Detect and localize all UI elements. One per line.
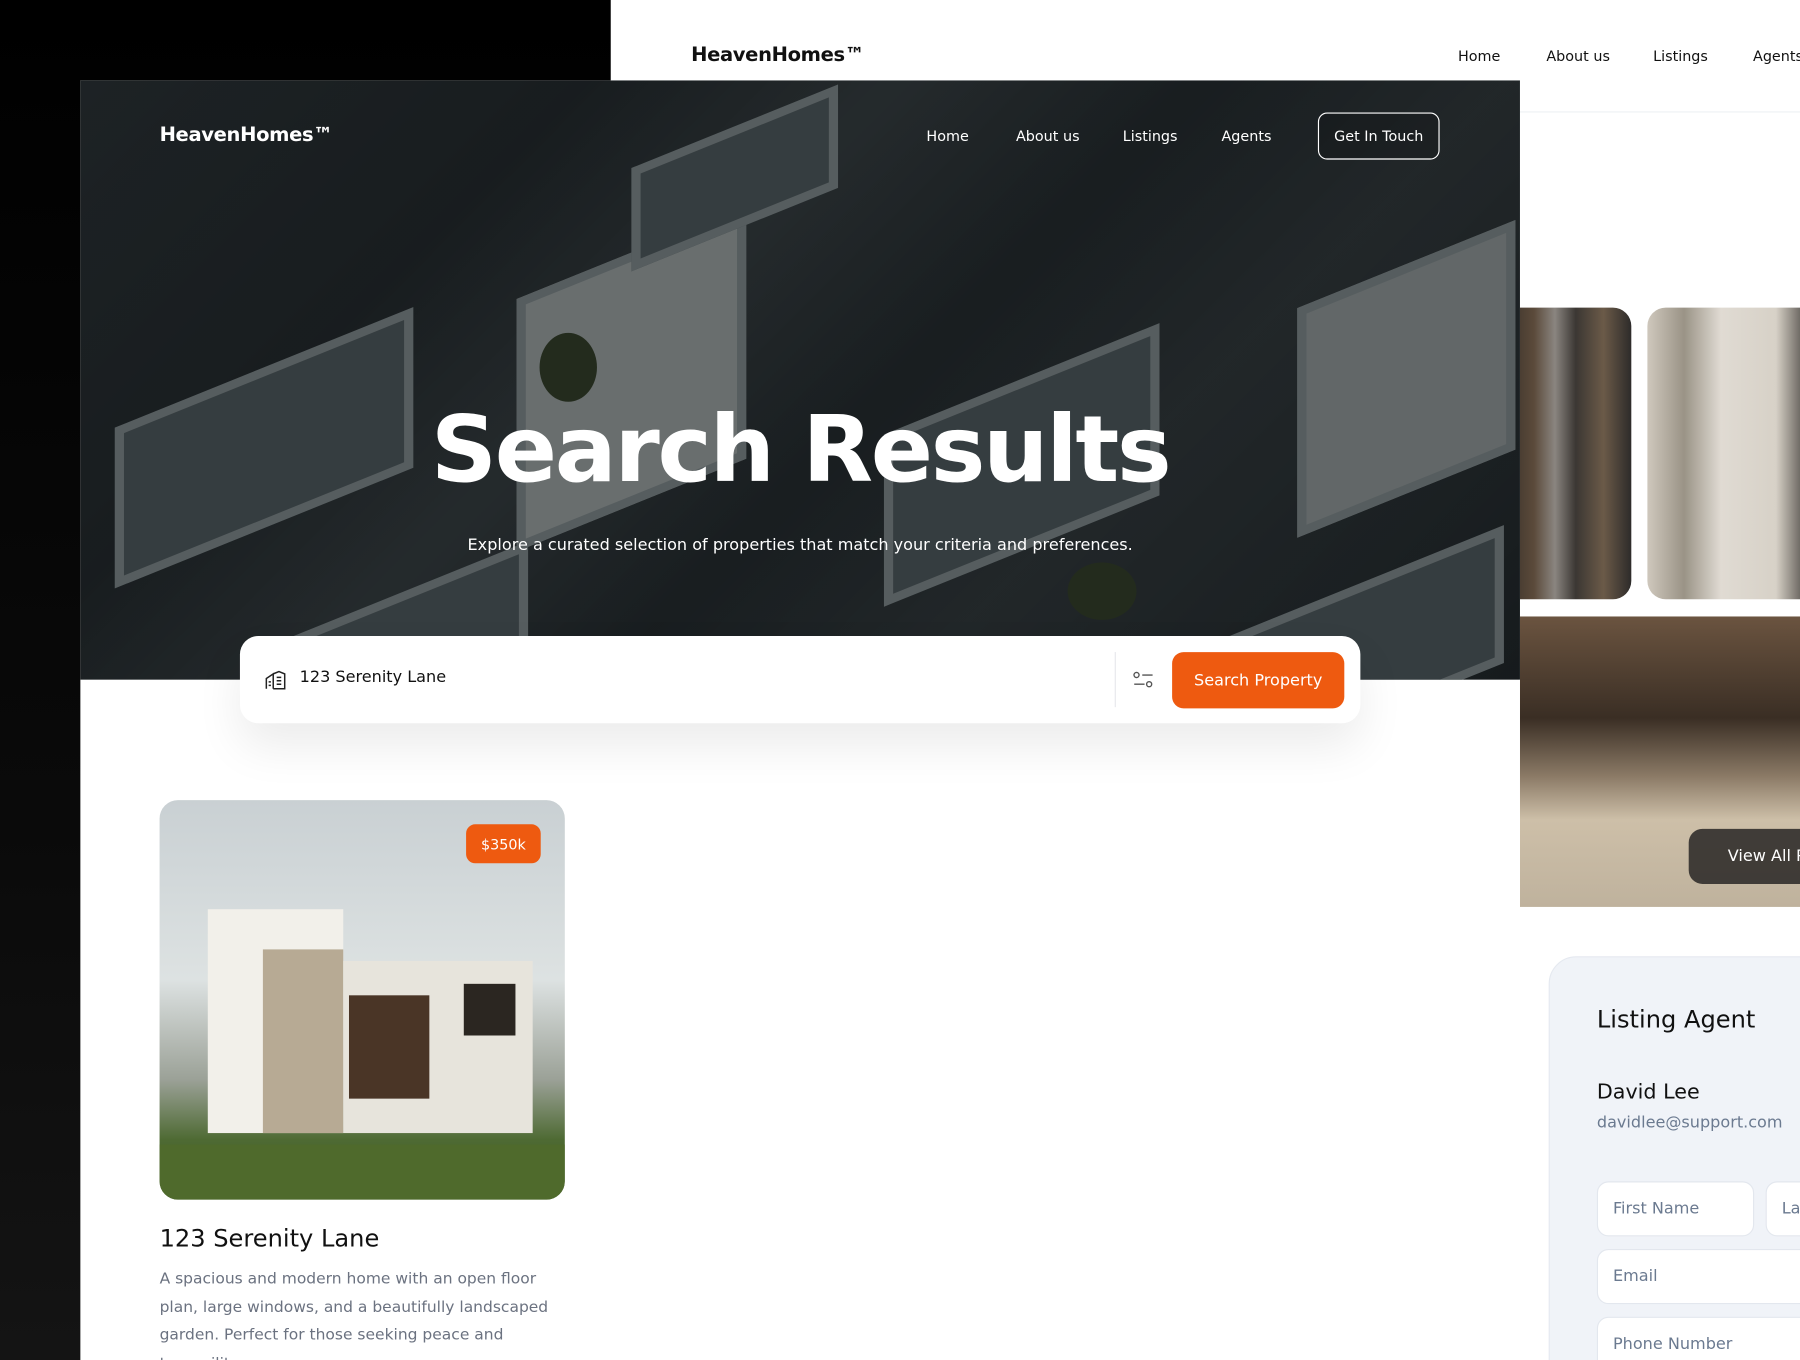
nav-listings[interactable]: Listings <box>1123 127 1178 144</box>
phone-input[interactable] <box>1596 1316 1800 1360</box>
hero-overlay <box>80 80 1520 680</box>
house-window <box>348 995 430 1099</box>
lawn <box>159 1144 565 1200</box>
agent-email[interactable]: davidlee@support.com <box>1597 1114 1783 1132</box>
first-name-input[interactable] <box>1596 1181 1755 1237</box>
view-all-photos-button[interactable]: View All Photos <box>1688 828 1800 884</box>
nav-agents[interactable]: Agents <box>1221 127 1271 144</box>
back-nav-home[interactable]: Home <box>1458 47 1500 64</box>
page-subtitle: Explore a curated selection of propertie… <box>467 536 1133 555</box>
gallery-image-living[interactable]: View All Photos <box>1519 616 1800 907</box>
search-divider <box>1114 652 1116 708</box>
building-icon <box>265 670 286 690</box>
search-property-button[interactable]: Search Property <box>1172 652 1345 709</box>
last-name-input[interactable] <box>1765 1181 1800 1237</box>
house-window <box>463 983 516 1036</box>
agent-name: David Lee <box>1596 1080 1700 1105</box>
agent-heading: Listing Agent <box>1596 1005 1756 1034</box>
listing-title[interactable]: 123 Serenity Lane <box>160 1225 380 1253</box>
house-stone-wall <box>262 949 344 1134</box>
search-results-page: HeavenHomes™ Home About us Listings Agen… <box>80 80 1520 1360</box>
hero-logo[interactable]: HeavenHomes™ <box>160 124 333 147</box>
price-badge: $350k <box>466 824 541 864</box>
listing-agent-card: Listing Agent David Lee davidlee@support… <box>1548 956 1800 1360</box>
nav-divider <box>1519 111 1800 113</box>
email-input[interactable] <box>1596 1249 1800 1305</box>
back-nav-about[interactable]: About us <box>1546 47 1610 64</box>
back-nav-agents[interactable]: Agents <box>1753 47 1800 64</box>
back-logo[interactable]: HeavenHomes™ <box>691 44 864 67</box>
gallery-image-hall[interactable] <box>1647 307 1800 600</box>
page-title: Search Results <box>430 396 1172 503</box>
sliders-icon[interactable] <box>1133 670 1154 688</box>
get-in-touch-button[interactable]: Get In Touch <box>1317 112 1440 160</box>
nav-about[interactable]: About us <box>1016 127 1080 144</box>
search-bar: Search Property <box>239 635 1361 724</box>
stage: HeavenHomes™ Home About us Listings Agen… <box>0 0 1800 1360</box>
search-input[interactable] <box>299 668 989 687</box>
view-all-photos-label: View All Photos <box>1727 847 1800 866</box>
listing-description: A spacious and modern home with an open … <box>159 1269 549 1360</box>
hero-section: HeavenHomes™ Home About us Listings Agen… <box>80 80 1520 680</box>
nav-home[interactable]: Home <box>926 127 968 144</box>
back-nav-listings[interactable]: Listings <box>1653 47 1708 64</box>
listing-image[interactable]: $350k <box>159 800 565 1200</box>
